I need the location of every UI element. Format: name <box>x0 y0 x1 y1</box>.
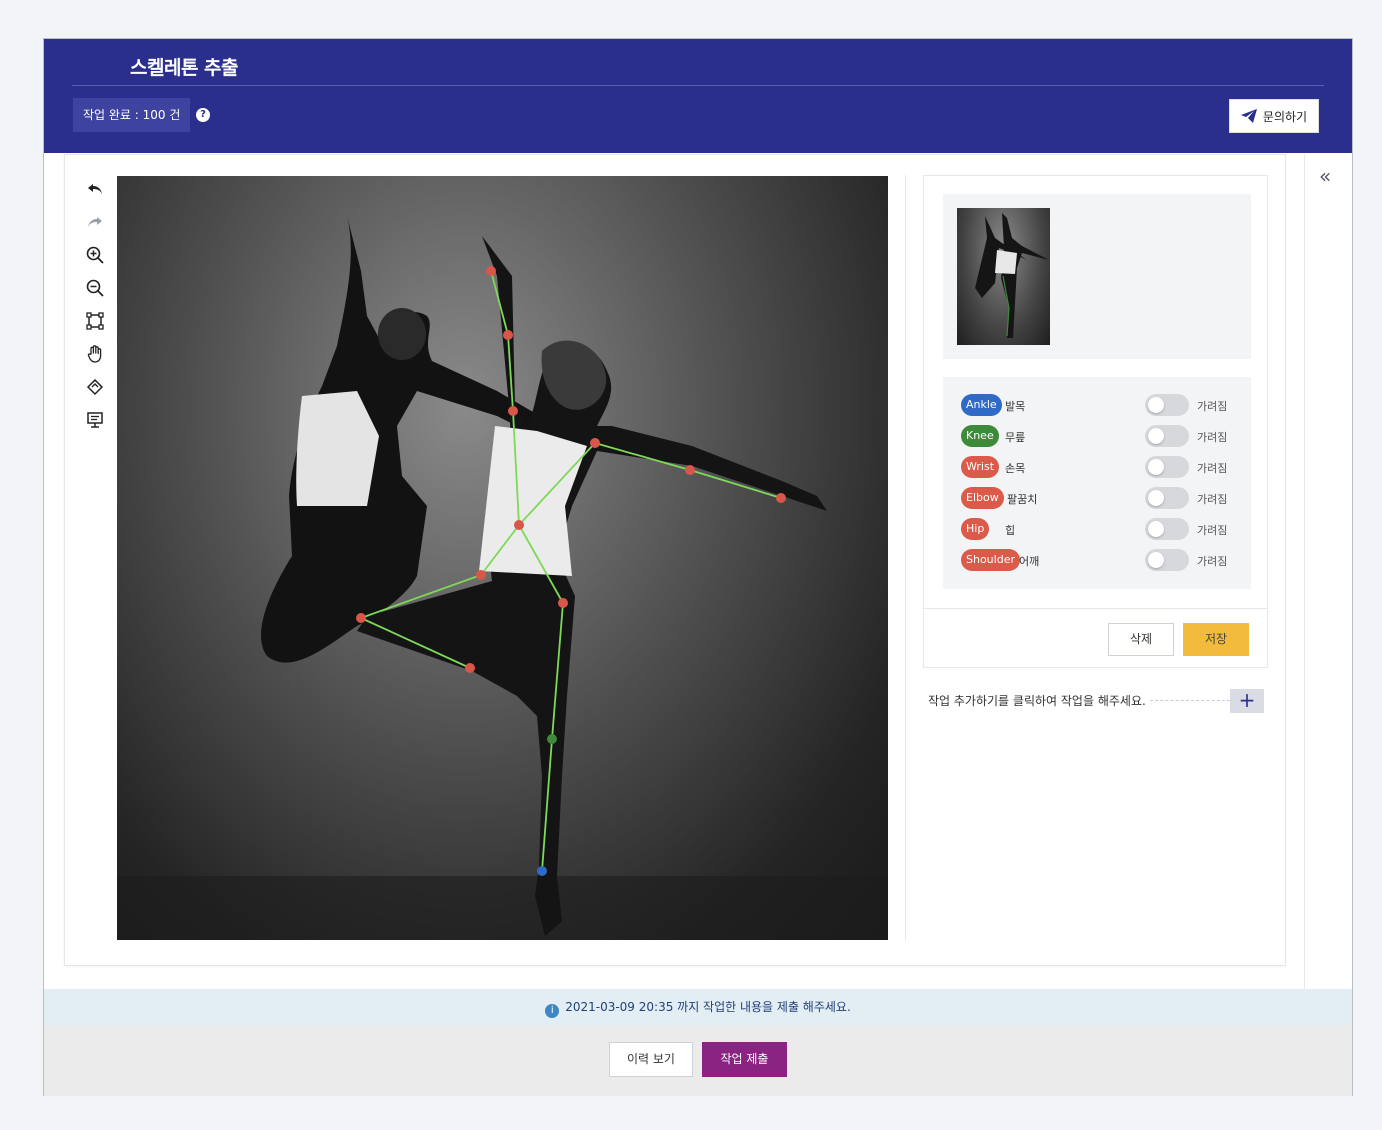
keypoint-row-wrist: Wrist 손목 가려짐 <box>961 456 1243 478</box>
keypoint-name: 무릎 <box>1005 431 1026 444</box>
add-task-leader <box>1150 700 1230 701</box>
fit-screen-icon[interactable] <box>85 311 107 333</box>
deadline-text: 2021-03-09 20:35 까지 작업한 내용을 제출 해주세요. <box>565 1000 851 1014</box>
rotate-icon[interactable] <box>85 377 107 399</box>
send-icon <box>1240 109 1257 123</box>
keypoint-row-shoulder: Shoulder 어깨 가려짐 <box>961 549 1243 571</box>
occlusion-toggle[interactable] <box>1145 487 1189 509</box>
info-icon: i <box>545 1004 560 1018</box>
occlusion-label: 가려짐 <box>1197 462 1228 475</box>
occlusion-toggle[interactable] <box>1145 425 1189 447</box>
occlusion-label: 가려짐 <box>1197 524 1228 537</box>
keypoint-badge: Shoulder <box>961 549 1020 571</box>
bottom-bar: 이력 보기 작업 제출 <box>44 1025 1352 1096</box>
occlusion-toggle[interactable] <box>1145 549 1189 571</box>
save-button[interactable]: 저장 <box>1183 623 1249 656</box>
canvas-divider <box>905 175 906 940</box>
presentation-icon[interactable] <box>85 410 107 432</box>
keypoint-row-ankle: Ankle 발목 가려짐 <box>961 394 1243 416</box>
keypoint-panel: Ankle 발목 가려짐 Knee 무릎 가려짐 Wrist 손목 가려짐 El… <box>923 175 1268 668</box>
hand-pan-icon[interactable] <box>85 344 107 366</box>
header-divider <box>72 85 1324 86</box>
keypoint-name: 어깨 <box>1019 555 1040 568</box>
keypoint-name: 힙 <box>1005 524 1016 537</box>
inquiry-label: 문의하기 <box>1262 109 1308 124</box>
inquiry-button[interactable]: 문의하기 <box>1229 99 1319 133</box>
collapse-icon[interactable]: « <box>1319 164 1331 188</box>
image-canvas[interactable] <box>117 176 888 940</box>
help-icon[interactable]: ? <box>196 108 210 122</box>
keypoint-badge: Knee <box>961 425 999 447</box>
delete-button[interactable]: 삭제 <box>1108 623 1174 656</box>
page-title: 스켈레톤 추출 <box>130 57 239 79</box>
undo-icon[interactable] <box>85 179 107 201</box>
keypoint-badge: Hip <box>961 518 990 540</box>
keypoint-name: 발목 <box>1005 400 1026 413</box>
redo-icon[interactable] <box>85 212 107 234</box>
keypoint-badge: Ankle <box>961 394 1002 416</box>
add-task-hint: 작업 추가하기를 클릭하여 작업을 해주세요. <box>928 694 1146 708</box>
occlusion-label: 가려짐 <box>1197 493 1228 506</box>
side-panel: « <box>1304 154 1352 989</box>
header: 스켈레톤 추출 작업 완료 : 100 건 ? 문의하기 <box>44 39 1352 153</box>
occlusion-label: 가려짐 <box>1197 555 1228 568</box>
keypoint-badge: Wrist <box>961 456 1000 478</box>
app-frame: 스켈레톤 추출 작업 완료 : 100 건 ? 문의하기 Ankle 발목 가려… <box>43 38 1353 1096</box>
keypoint-row-hip: Hip 힙 가려짐 <box>961 518 1243 540</box>
workspace: Ankle 발목 가려짐 Knee 무릎 가려짐 Wrist 손목 가려짐 El… <box>64 154 1286 966</box>
keypoint-name: 손목 <box>1005 462 1026 475</box>
keypoint-row-knee: Knee 무릎 가려짐 <box>961 425 1243 447</box>
zoom-in-icon[interactable] <box>85 245 107 267</box>
occlusion-toggle[interactable] <box>1145 394 1189 416</box>
keypoint-name: 팔꿈치 <box>1007 493 1038 506</box>
card-divider <box>924 608 1267 609</box>
occlusion-toggle[interactable] <box>1145 518 1189 540</box>
task-count-badge: 작업 완료 : 100 건 <box>73 98 191 132</box>
keypoint-list: Ankle 발목 가려짐 Knee 무릎 가려짐 Wrist 손목 가려짐 El… <box>943 377 1251 589</box>
deadline-notice: i 2021-03-09 20:35 까지 작업한 내용을 제출 해주세요. <box>44 989 1352 1025</box>
zoom-out-icon[interactable] <box>85 278 107 300</box>
add-task-button[interactable]: + <box>1230 689 1264 713</box>
submit-button[interactable]: 작업 제출 <box>702 1042 787 1077</box>
dancers-photo <box>117 216 888 940</box>
occlusion-label: 가려짐 <box>1197 400 1228 413</box>
occlusion-label: 가려짐 <box>1197 431 1228 444</box>
keypoint-badge: Elbow <box>961 487 1004 509</box>
occlusion-toggle[interactable] <box>1145 456 1189 478</box>
history-button[interactable]: 이력 보기 <box>609 1042 693 1077</box>
thumbnail-box <box>943 194 1251 359</box>
image-thumbnail[interactable] <box>957 208 1050 345</box>
keypoint-row-elbow: Elbow 팔꿈치 가려짐 <box>961 487 1243 509</box>
